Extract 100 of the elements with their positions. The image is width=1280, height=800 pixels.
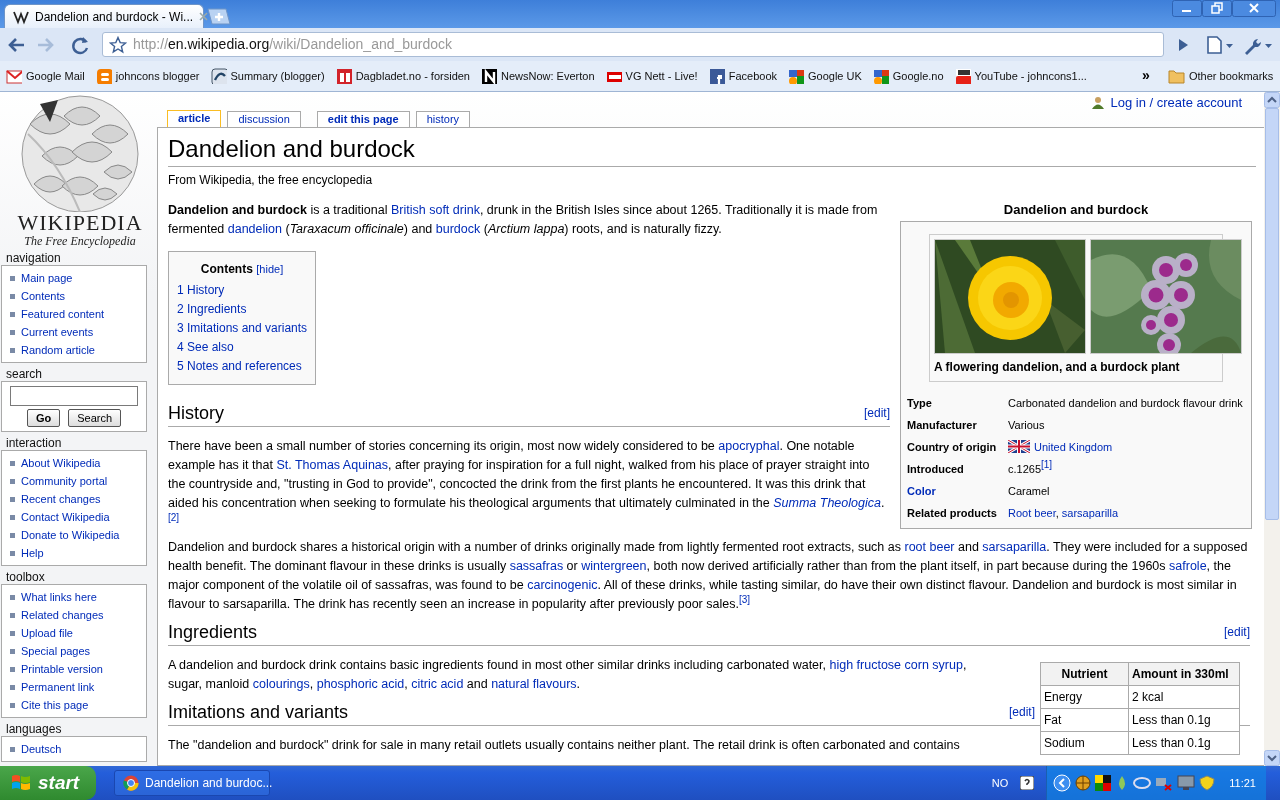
toc-link[interactable]: 2 Ingredients [177,300,308,319]
sidebar-link[interactable]: Contact Wikipedia [21,508,110,526]
text-link[interactable]: root beer [904,540,955,554]
bookmark-link[interactable]: Google.no [872,67,944,85]
edit-link[interactable]: [edit] [1009,704,1035,720]
toc-link[interactable]: 5 Notes and references [177,357,308,376]
text-link[interactable]: natural flavours [491,677,577,691]
help-icon[interactable] [1020,776,1035,790]
windows-flag-icon [10,773,32,793]
text-link[interactable]: colourings [252,677,310,691]
star-icon[interactable] [109,35,127,54]
site-icon [872,68,889,84]
bookmark-link[interactable]: johncons blogger [95,67,200,85]
close-icon[interactable] [199,12,209,21]
hide-link[interactable]: [hide] [256,263,284,275]
search-button[interactable]: Search [68,409,122,427]
text-link[interactable]: dandelion [227,222,282,236]
sidebar-link[interactable]: Printable version [21,660,103,678]
bullet-icon [10,702,15,708]
scroll-thumb[interactable] [1265,108,1279,520]
monitor-icon[interactable] [1177,775,1196,791]
sidebar-link[interactable]: What links here [21,588,97,606]
page-tab[interactable]: edit this page [316,111,410,127]
text-link[interactable]: burdock [435,222,481,236]
page-tab[interactable]: article [167,110,222,127]
text-link[interactable]: United Kingdom [1034,441,1113,453]
bookmark-link[interactable]: VG Nett - Live! [605,67,698,85]
page-tab[interactable]: history [415,111,471,127]
bookmark-link[interactable]: NewsNow: Everton [481,67,595,85]
text-link[interactable]: Summa Theologica [773,496,881,510]
search-field[interactable] [10,386,138,406]
footnote-link[interactable]: [2] [168,512,180,523]
bookmark-link[interactable]: YouTube - johncons1... [954,67,1087,85]
start-button[interactable]: start [0,766,96,800]
bullet-icon [10,648,15,654]
bookmark-link[interactable]: Facebook [708,67,777,85]
scroll-down-icon[interactable] [1264,750,1280,766]
language-indicator[interactable]: NO [991,774,1009,792]
sidebar-link[interactable]: Recent changes [21,490,101,508]
sidebar-link[interactable]: Current events [21,323,94,341]
text-link[interactable]: sassafras [509,559,564,573]
chevron-icon[interactable] [1053,774,1072,792]
search-button[interactable]: Go [26,409,61,427]
restore-icon[interactable] [1202,0,1232,17]
page-tab[interactable]: discussion [227,111,301,127]
sidebar-link[interactable]: Upload file [21,624,73,642]
sidebar-link[interactable]: About Wikipedia [21,454,101,472]
minimize-icon[interactable] [1172,0,1202,17]
text-link[interactable]: citric acid [411,677,464,691]
text-link[interactable]: British soft drink [391,203,480,217]
text-link[interactable]: high fructose corn syrup [829,658,963,672]
overflow-chevron[interactable]: » [1142,65,1150,86]
sidebar-link[interactable]: Main page [21,269,73,287]
bookmark-link[interactable]: Google UK [788,67,862,85]
edit-link[interactable]: [edit] [864,405,890,421]
sidebar-link[interactable]: Donate to Wikipedia [21,526,120,544]
network-icon[interactable] [1155,775,1174,791]
bookmark-link[interactable]: Summary (blogger) [210,67,325,85]
body-paragraph: A dandelion and burdock drink contains basic ingredients found in most other similar drinks including carbonated water, high fructose corn syrup, sugar, manloid colourings, phosphoric acid, citric acid and natural flavours. [168,657,968,693]
text-link[interactable]: Root beer [1008,507,1056,519]
toc-link[interactable]: 3 Imitations and variants [177,319,308,338]
browser-icon [123,775,139,791]
bookmark-link[interactable]: Google Mail [6,67,85,85]
image-caption: A flowering dandelion, and a burdock plant [934,359,1181,375]
edit-link[interactable]: [edit] [1224,624,1250,640]
footnote-link[interactable]: [3] [738,594,751,605]
sidebar-link[interactable]: Cite this page [21,696,89,714]
sidebar-link[interactable]: Special pages [21,642,91,660]
toc-link[interactable]: 1 History [177,281,308,300]
sidebar-link[interactable]: Related changes [21,606,104,624]
sidebar-link[interactable]: Community portal [21,472,108,490]
table-header: Amount in 330ml [1128,662,1240,686]
ring-icon[interactable] [1133,776,1152,790]
color-squares-icon[interactable] [1095,775,1112,791]
taskbar-button[interactable]: Dandelion and burdoc... [114,770,270,796]
sidebar-link[interactable]: Deutsch [21,740,62,758]
login-link[interactable]: Log in / create account [1092,93,1242,113]
text-link[interactable]: Color [907,485,936,497]
site-icon [6,68,22,84]
scroll-up-icon[interactable] [1264,92,1280,108]
toc-link[interactable]: 4 See also [177,338,308,357]
new-tab-icon[interactable] [206,8,232,25]
table-cell: Less than 0.1g [1128,731,1240,755]
shield-icon[interactable] [1199,775,1216,791]
text-link[interactable]: sarsaparilla [1061,507,1119,519]
sidebar-link[interactable]: Contents [21,287,66,305]
footnote-link[interactable]: [1] [1041,459,1053,470]
sidebar-link[interactable]: Permanent link [21,678,95,696]
sidebar-link[interactable]: Featured content [21,305,105,323]
sidebar-link[interactable]: Help [21,544,44,562]
address-field[interactable]: http://en.wikipedia.org/wiki/Dandelion_and_burdock [102,32,1164,57]
other-bookmarks-link[interactable]: Other bookmarks [1168,68,1274,85]
site-icon [788,68,804,84]
sidebar-link[interactable]: Random article [21,341,95,359]
close-icon[interactable] [1232,0,1276,17]
text-link[interactable]: wintergreen [581,559,647,573]
site-icon [335,68,352,84]
text-link[interactable]: safrole [1169,559,1207,573]
scrollbar[interactable] [1264,92,1280,766]
bookmark-link[interactable]: Dagbladet.no - forsiden [335,67,470,85]
